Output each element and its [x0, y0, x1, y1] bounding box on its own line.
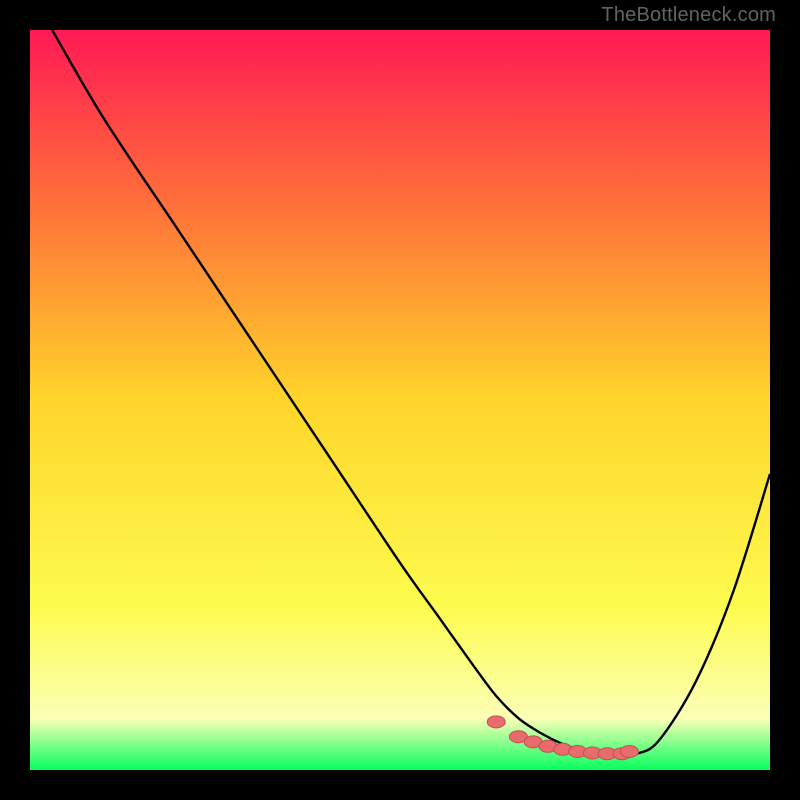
curve-marker: [487, 716, 505, 728]
watermark-text: TheBottleneck.com: [601, 4, 776, 27]
plot-area: [30, 30, 770, 770]
chart-svg: [30, 30, 770, 770]
curve-marker: [620, 746, 638, 758]
gradient-background: [30, 30, 770, 770]
chart-frame: TheBottleneck.com: [0, 0, 800, 800]
